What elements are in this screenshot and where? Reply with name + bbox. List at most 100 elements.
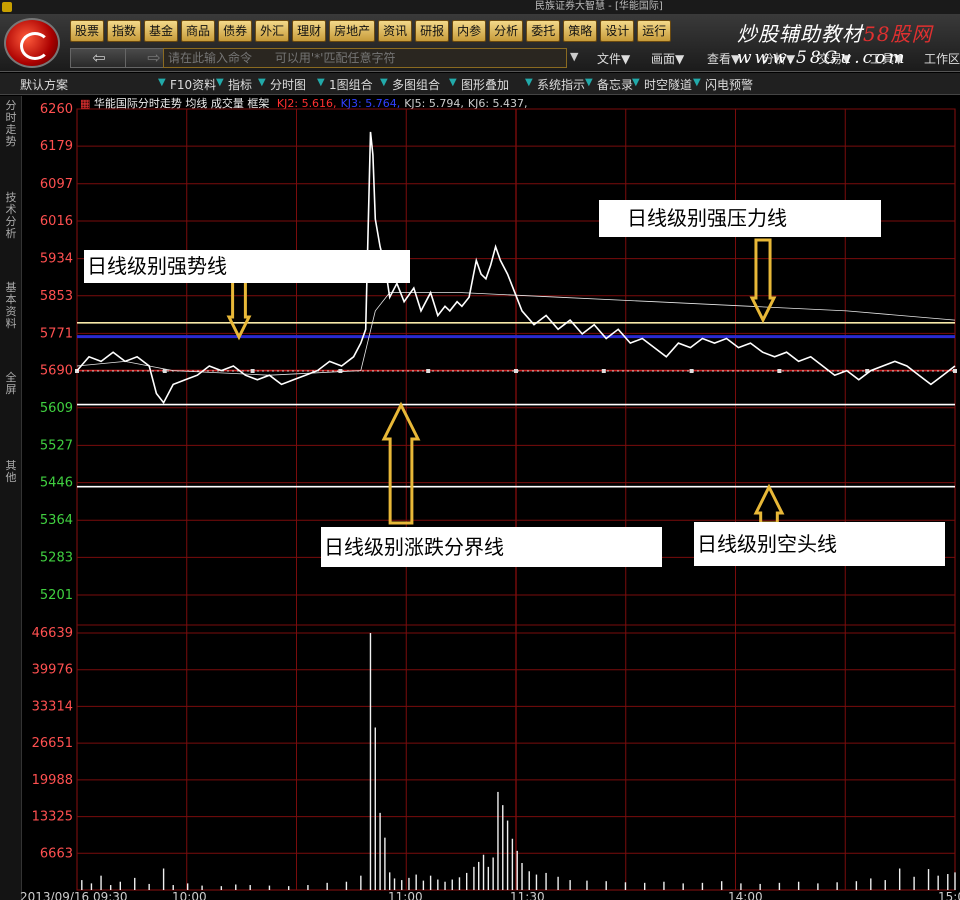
- function-dropdown-icon[interactable]: ▼: [380, 77, 388, 88]
- command-input[interactable]: [163, 48, 567, 68]
- function-dropdown-icon[interactable]: ▼: [632, 77, 640, 88]
- divide-marker: [514, 369, 518, 373]
- function-dropdown-icon[interactable]: ▼: [693, 77, 701, 88]
- function-item-8[interactable]: 备忘录: [597, 76, 633, 93]
- time-label: 11:00: [388, 890, 423, 900]
- price-tick-label: 5771: [40, 326, 73, 341]
- time-label: 11:30: [510, 890, 545, 900]
- back-button[interactable]: ⇦: [70, 48, 128, 68]
- function-item-4[interactable]: 1图组合: [329, 76, 373, 93]
- price-tick-label: 6179: [40, 139, 73, 154]
- bear-arrow-icon: [753, 483, 785, 525]
- price-tick-label: 5934: [40, 252, 73, 267]
- price-tick-label: 6097: [40, 177, 73, 192]
- watermark-text: 炒股辅助教材: [737, 22, 863, 46]
- divide-arrow-icon: [381, 401, 421, 525]
- function-item-1[interactable]: F10资料: [170, 76, 216, 93]
- function-dropdown-icon[interactable]: ▼: [585, 77, 593, 88]
- watermark-brand: 58股网: [863, 22, 933, 46]
- function-dropdown-icon[interactable]: ▼: [216, 77, 224, 88]
- menu-button-12[interactable]: 委托: [526, 20, 561, 42]
- function-item-9[interactable]: 时空隧道: [644, 76, 692, 93]
- function-item-10[interactable]: 闪电预警: [705, 76, 753, 93]
- volume-tick-label: 26651: [32, 736, 73, 751]
- volume-tick-label: 39976: [32, 663, 73, 678]
- annotation-bear: 日线级别空头线: [694, 522, 945, 566]
- price-tick-label: 5446: [40, 476, 73, 491]
- command-dropdown-icon[interactable]: ▼: [570, 50, 578, 63]
- volume-tick-label: 13325: [32, 810, 73, 825]
- volume-axis-labels: 46639 39976 33314 26651 19988 13325 6663: [32, 626, 73, 861]
- function-item-6[interactable]: 图形叠加: [461, 76, 509, 93]
- function-dropdown-icon[interactable]: ▼: [317, 77, 325, 88]
- volume-tick-label: 46639: [32, 626, 73, 641]
- annotation-strong-trend: 日线级别强势线: [84, 250, 410, 283]
- price-tick-label: 5690: [40, 364, 73, 379]
- time-label: 15:00: [938, 890, 960, 900]
- function-item-7[interactable]: 系统指示: [537, 76, 585, 93]
- strong-trend-arrow-icon: [226, 277, 252, 341]
- menu-button-1[interactable]: 指数: [107, 20, 142, 42]
- volume-tick-label: 33314: [32, 699, 73, 714]
- divide-marker: [250, 369, 255, 373]
- time-axis-labels: 2013/09/16 09:30 10:00 11:00 11:30 14:00 15:0…: [20, 890, 960, 900]
- price-tick-label: 5201: [40, 588, 73, 603]
- app-logo-icon[interactable]: [4, 18, 60, 68]
- price-tick-label: 5527: [40, 438, 73, 453]
- toolbar-menu-2[interactable]: 查看▼: [707, 50, 740, 67]
- annotation-strong-pressure: 日线级别强压力线: [599, 200, 881, 237]
- toolbar-menu-0[interactable]: 文件▼: [597, 50, 630, 67]
- divide-marker: [338, 369, 343, 373]
- function-item-5[interactable]: 多图组合: [392, 76, 440, 93]
- watermark-url: www.58Gu.com: [737, 48, 908, 68]
- function-dropdown-icon[interactable]: ▼: [258, 77, 266, 88]
- function-item-2[interactable]: 指标: [228, 76, 252, 93]
- time-label: 10:00: [172, 890, 207, 900]
- menu-button-0[interactable]: 股票: [70, 20, 105, 42]
- divide-marker: [426, 369, 431, 373]
- menu-button-13[interactable]: 策略: [563, 20, 598, 42]
- function-dropdown-icon[interactable]: ▼: [158, 77, 166, 88]
- menu-button-3[interactable]: 商品: [181, 20, 216, 42]
- menu-button-6[interactable]: 理财: [292, 20, 327, 42]
- strong-pressure-arrow-icon: [749, 238, 777, 324]
- annotation-divide: 日线级别涨跌分界线: [321, 527, 662, 567]
- time-label: 14:00: [728, 890, 763, 900]
- price-tick-label: 5283: [40, 550, 73, 565]
- price-axis-labels: 6260 6179 6097 6016 5934 5853 5771 5690 5609 5527…: [40, 102, 73, 603]
- divide-marker: [689, 369, 694, 373]
- menu-button-2[interactable]: 基金: [144, 20, 179, 42]
- menu-button-5[interactable]: 外汇: [255, 20, 290, 42]
- function-item-3[interactable]: 分时图: [270, 76, 306, 93]
- menu-button-9[interactable]: 研报: [415, 20, 450, 42]
- menu-button-7[interactable]: 房地产: [329, 20, 376, 42]
- price-tick-label: 5609: [40, 401, 73, 416]
- function-dropdown-icon[interactable]: ▼: [449, 77, 457, 88]
- menu-button-14[interactable]: 设计: [600, 20, 635, 42]
- price-tick-label: 5853: [40, 289, 73, 304]
- time-label: 2013/09/16 09:30: [20, 890, 128, 900]
- price-tick-label: 6260: [40, 102, 73, 117]
- divide-marker: [601, 369, 606, 373]
- toolbar-menu-1[interactable]: 画面▼: [651, 50, 684, 67]
- menu-button-15[interactable]: 运行: [637, 20, 672, 42]
- divide-marker: [777, 369, 782, 373]
- volume-tick-label: 6663: [40, 846, 73, 861]
- menu-button-8[interactable]: 资讯: [378, 20, 413, 42]
- menu-button-10[interactable]: 内参: [452, 20, 487, 42]
- window-title: 民族证券大智慧 - [华能国际]: [535, 1, 663, 12]
- price-tick-label: 5364: [40, 513, 73, 528]
- volume-bars: [81, 633, 956, 890]
- market-menu: 股票 指数 基金 商品 债券 外汇 理财 房地产 资讯 研报 内参 分析 委托 策略 设计 运行: [70, 20, 674, 44]
- function-item-0[interactable]: 默认方案: [20, 76, 68, 93]
- function-bar: 默认方案 F10资料 ▼ 指标 ▼ 分时图 ▼ 1图组合 ▼ 多图组合 ▼ 图形叠加 ▼ 系统指示 ▼ 备忘录…: [0, 73, 960, 95]
- app-icon: [2, 2, 12, 12]
- menu-button-4[interactable]: 债券: [218, 20, 253, 42]
- function-dropdown-icon[interactable]: ▼: [525, 77, 533, 88]
- menu-button-11[interactable]: 分析: [489, 20, 524, 42]
- price-tick-label: 6016: [40, 214, 73, 229]
- divide-marker: [953, 369, 957, 373]
- volume-tick-label: 19988: [32, 773, 73, 788]
- watermark: 炒股辅助教材58股网 www.58Gu.com: [737, 18, 960, 70]
- main-toolbar: 股票指数基金商品债券外汇理财房地产资讯研报内参分析委托策略设计运行 ⇦ ⇨ ▼ …: [0, 14, 960, 72]
